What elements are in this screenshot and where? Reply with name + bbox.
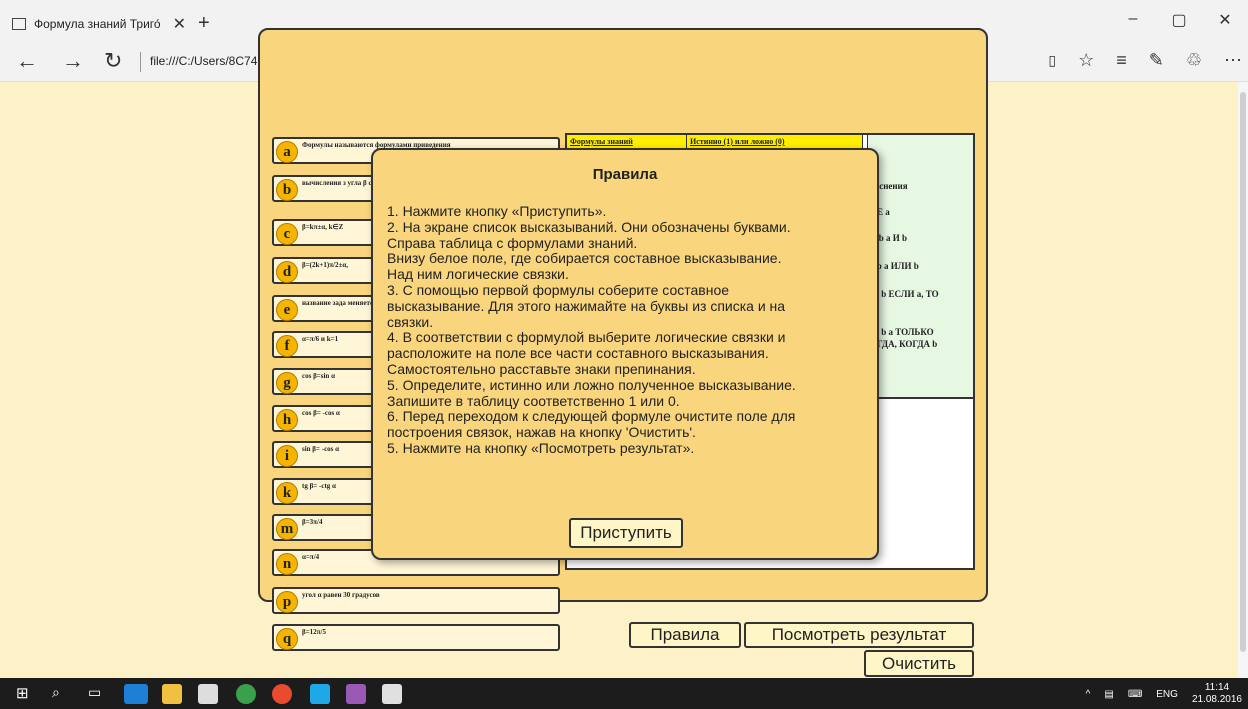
windows-start-icon[interactable]: ⊞ bbox=[16, 684, 36, 704]
statement-letter[interactable]: g bbox=[276, 372, 298, 394]
legend-line: ОГДА, КОГДА b bbox=[870, 339, 938, 349]
store-icon[interactable] bbox=[198, 684, 218, 704]
view-result-button[interactable]: Посмотреть результат bbox=[744, 622, 974, 648]
table-header-formulas: Формулы знаний bbox=[567, 135, 687, 149]
statement-item-q[interactable]: q β=12π/5 bbox=[272, 624, 560, 651]
rule-line: Справа таблица с формулами знаний. bbox=[387, 234, 638, 251]
scrollbar[interactable] bbox=[1238, 82, 1248, 678]
statement-letter[interactable]: e bbox=[276, 299, 298, 321]
statement-letter[interactable]: f bbox=[276, 335, 298, 357]
file-explorer-icon[interactable] bbox=[162, 684, 182, 704]
new-tab-button[interactable]: + bbox=[198, 12, 210, 35]
chrome-icon[interactable] bbox=[272, 684, 292, 704]
statement-letter[interactable]: h bbox=[276, 409, 298, 431]
connectives-legend: ояснения НЕ а Λ b а И b v b а ИЛИ b → b … bbox=[867, 135, 973, 397]
rules-button[interactable]: Правила bbox=[629, 622, 741, 648]
rule-line: 5. Определите, истинно или ложно получен… bbox=[387, 376, 796, 393]
app-green-icon[interactable] bbox=[236, 684, 256, 704]
clock[interactable]: 11:14 21.08.2016 bbox=[1192, 682, 1242, 706]
favorite-star-icon[interactable]: ☆ bbox=[1078, 50, 1094, 71]
statement-item-p[interactable]: p угол α равен 30 градусов bbox=[272, 587, 560, 614]
rules-modal: Правила 1. Нажмите кнопку «Приступить». 2… bbox=[371, 148, 879, 560]
start-button[interactable]: Приступить bbox=[569, 518, 683, 548]
statement-letter[interactable]: b bbox=[276, 179, 298, 201]
statement-text: угол α равен 30 градусов bbox=[302, 591, 380, 599]
url-separator bbox=[140, 52, 141, 72]
close-window-button[interactable]: ✕ bbox=[1202, 10, 1248, 30]
task-view-icon[interactable]: ▭ bbox=[88, 684, 108, 704]
statement-letter[interactable]: c bbox=[276, 223, 298, 245]
rule-line: 4. В соответствии с формулой выберите ло… bbox=[387, 329, 786, 346]
legend-line: ↔ b а ТОЛЬКО bbox=[870, 327, 934, 337]
statement-letter[interactable]: q bbox=[276, 628, 298, 650]
search-icon[interactable]: ⌕ bbox=[52, 684, 72, 704]
statement-letter[interactable]: d bbox=[276, 261, 298, 283]
rule-line: высказывание. Для этого нажимайте на бук… bbox=[387, 297, 786, 314]
page-icon bbox=[12, 18, 26, 30]
scrollbar-thumb[interactable] bbox=[1240, 92, 1246, 652]
keyboard-icon[interactable]: ⌨ bbox=[1128, 689, 1142, 700]
system-tray: ^ ▤ ⌨ ENG 11:14 21.08.2016 bbox=[1086, 682, 1242, 706]
skype-icon[interactable] bbox=[310, 684, 330, 704]
rule-line: связки. bbox=[387, 313, 434, 330]
rule-line: 1. Нажмите кнопку «Приступить». bbox=[387, 203, 607, 219]
rule-line: Запишите в таблицу соответственно 1 или … bbox=[387, 392, 680, 409]
app-purple-icon[interactable] bbox=[346, 684, 366, 704]
clock-time: 11:14 bbox=[1204, 682, 1230, 693]
statement-letter[interactable]: i bbox=[276, 445, 298, 467]
rule-line: Внизу белое поле, где собирается составн… bbox=[387, 250, 782, 267]
refresh-icon[interactable]: ↻ bbox=[104, 48, 122, 74]
rule-line: построения связок, нажав на кнопку 'Очис… bbox=[387, 424, 696, 441]
statement-text: β=12π/5 bbox=[302, 628, 326, 636]
rule-line: Самостоятельно расставьте знаки препинан… bbox=[387, 360, 696, 377]
tab-close-icon[interactable]: ✕ bbox=[173, 14, 186, 34]
rule-line: 5. Нажмите на кнопку «Посмотреть результ… bbox=[387, 439, 695, 456]
forward-arrow-icon[interactable]: → bbox=[62, 48, 84, 74]
hub-icon[interactable]: ≡ bbox=[1116, 50, 1127, 71]
reading-view-icon[interactable]: ▯ bbox=[1048, 52, 1056, 69]
tab-title: Формула знаний Триго́ bbox=[34, 17, 161, 31]
toolbar-icons: ▯ ☆ ≡ ✎ ♲ ⋯ bbox=[1048, 50, 1242, 71]
rule-line: 6. Перед переходом к следующей формуле о… bbox=[387, 408, 796, 425]
app-chart-icon[interactable] bbox=[382, 684, 402, 704]
back-arrow-icon[interactable]: ← bbox=[16, 48, 38, 74]
browser-tab[interactable]: Формула знаний Триго́ ✕ bbox=[0, 6, 196, 42]
notification-icon[interactable]: ▤ bbox=[1104, 689, 1113, 700]
share-icon[interactable]: ♲ bbox=[1186, 50, 1202, 71]
edge-browser-icon[interactable] bbox=[124, 684, 148, 704]
language-indicator[interactable]: ENG bbox=[1156, 689, 1178, 700]
web-note-icon[interactable]: ✎ bbox=[1149, 50, 1164, 71]
rule-line: 2. На экране список высказываний. Они об… bbox=[387, 218, 791, 235]
rules-text: 1. Нажмите кнопку «Приступить». 2. На экр… bbox=[387, 203, 873, 457]
minimize-button[interactable]: – bbox=[1110, 10, 1156, 30]
clock-date: 21.08.2016 bbox=[1191, 694, 1242, 705]
rule-line: расположите на поле все части составного… bbox=[387, 345, 769, 362]
window-controls: – ▢ ✕ bbox=[1110, 10, 1248, 30]
windows-taskbar: ⊞ ⌕ ▭ ^ ▤ ⌨ ENG 11:14 21.08.2016 bbox=[0, 678, 1248, 709]
rule-line: Над ним логические связки. bbox=[387, 266, 569, 283]
clear-button[interactable]: Очистить bbox=[864, 650, 974, 677]
legend-line: → b ЕСЛИ а, ТО bbox=[870, 289, 939, 299]
statement-letter[interactable]: a bbox=[276, 141, 298, 163]
statement-letter[interactable]: k bbox=[276, 482, 298, 504]
table-header-truth: Истинно (1) или ложно (0) bbox=[687, 135, 863, 149]
statement-letter[interactable]: m bbox=[276, 518, 298, 540]
modal-title: Правила bbox=[592, 166, 658, 183]
statement-letter[interactable]: p bbox=[276, 591, 298, 613]
rule-line: 3. С помощью первой формулы соберите сос… bbox=[387, 281, 730, 298]
maximize-button[interactable]: ▢ bbox=[1156, 10, 1202, 30]
statement-letter[interactable]: n bbox=[276, 553, 298, 575]
more-icon[interactable]: ⋯ bbox=[1224, 50, 1242, 71]
tray-expand-icon[interactable]: ^ bbox=[1086, 689, 1091, 700]
